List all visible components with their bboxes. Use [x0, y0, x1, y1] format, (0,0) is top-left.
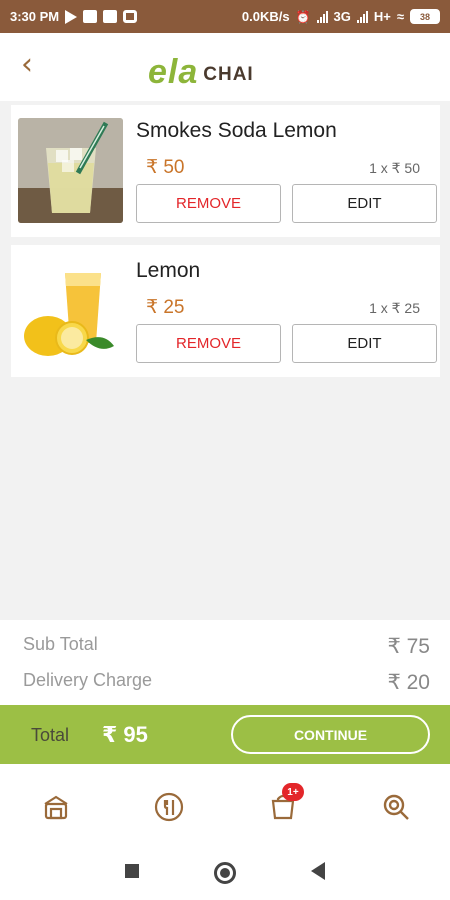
- back-icon[interactable]: [311, 862, 325, 880]
- wifi-icon: ≈: [396, 9, 404, 24]
- app-header: ‹ ELA CHAI: [0, 33, 450, 101]
- logo-sub-text: CHAI: [203, 64, 254, 85]
- record-icon: [123, 10, 138, 23]
- item-quantity: 1 x ₹ 50: [369, 160, 420, 176]
- sub-total-label: Sub Total: [23, 634, 98, 654]
- cart-item: Lemon ₹ 25 1 x ₹ 25 REMOVE EDIT: [11, 245, 440, 377]
- recent-apps-icon[interactable]: [125, 864, 139, 878]
- remove-button[interactable]: REMOVE: [136, 324, 281, 363]
- signal-icon-2: [356, 10, 368, 23]
- order-summary: Sub Total ₹ 75 Delivery Charge ₹ 20: [0, 620, 450, 705]
- sub-total-value: ₹ 75: [387, 635, 430, 658]
- network-speed: 0.0KB/s: [241, 9, 290, 24]
- play-store-icon: [65, 9, 78, 24]
- store-icon[interactable]: [40, 791, 72, 823]
- delivery-charge-label: Delivery Charge: [23, 670, 153, 690]
- item-name: Smokes Soda Lemon: [136, 119, 337, 142]
- remove-button[interactable]: REMOVE: [136, 184, 281, 223]
- ela-chai-logo: ELA CHAI: [148, 53, 254, 91]
- network-type: 3G: [333, 9, 351, 24]
- item-image: [18, 118, 123, 223]
- total-value: ₹ 95: [102, 722, 148, 747]
- delivery-charge-row: Delivery Charge ₹ 20: [23, 670, 430, 695]
- back-arrow-icon[interactable]: ‹: [14, 50, 40, 81]
- item-price: ₹ 25: [146, 297, 185, 318]
- item-name: Lemon: [136, 259, 201, 282]
- status-bar: 3:30 PM 0.0KB/s ⏰ 3G H+ ≈ 38: [0, 0, 450, 33]
- continue-button[interactable]: CONTINUE: [231, 715, 430, 754]
- edit-button[interactable]: EDIT: [292, 324, 437, 363]
- cart-icon[interactable]: 1+: [267, 783, 304, 823]
- system-nav-bar: [0, 848, 450, 900]
- item-price: ₹ 50: [146, 157, 185, 178]
- delivery-charge-value: ₹ 20: [387, 671, 430, 694]
- message-icon: [103, 10, 118, 23]
- menu-fork-icon[interactable]: [153, 791, 185, 823]
- bottom-nav: 1+: [0, 764, 450, 848]
- home-icon[interactable]: [214, 862, 236, 884]
- total-bar: Total ₹ 95 CONTINUE: [0, 705, 450, 764]
- signal-icon: [316, 10, 328, 23]
- battery-icon: 38: [410, 9, 440, 24]
- status-time: 3:30 PM: [10, 9, 60, 24]
- alarm-icon: ⏰: [295, 9, 311, 24]
- sub-total-row: Sub Total ₹ 75: [23, 634, 430, 659]
- total-label: Total: [31, 725, 70, 745]
- search-icon[interactable]: [380, 791, 412, 823]
- item-quantity: 1 x ₹ 25: [369, 300, 420, 316]
- edit-button[interactable]: EDIT: [292, 184, 437, 223]
- cart-count-badge: 1+: [282, 783, 304, 801]
- cart-item: Smokes Soda Lemon ₹ 50 1 x ₹ 50 REMOVE E…: [11, 105, 440, 237]
- network-type-2: H+: [373, 9, 391, 24]
- item-image: [18, 258, 123, 363]
- upload-icon: [83, 10, 98, 23]
- logo-main-text: ELA: [148, 53, 199, 91]
